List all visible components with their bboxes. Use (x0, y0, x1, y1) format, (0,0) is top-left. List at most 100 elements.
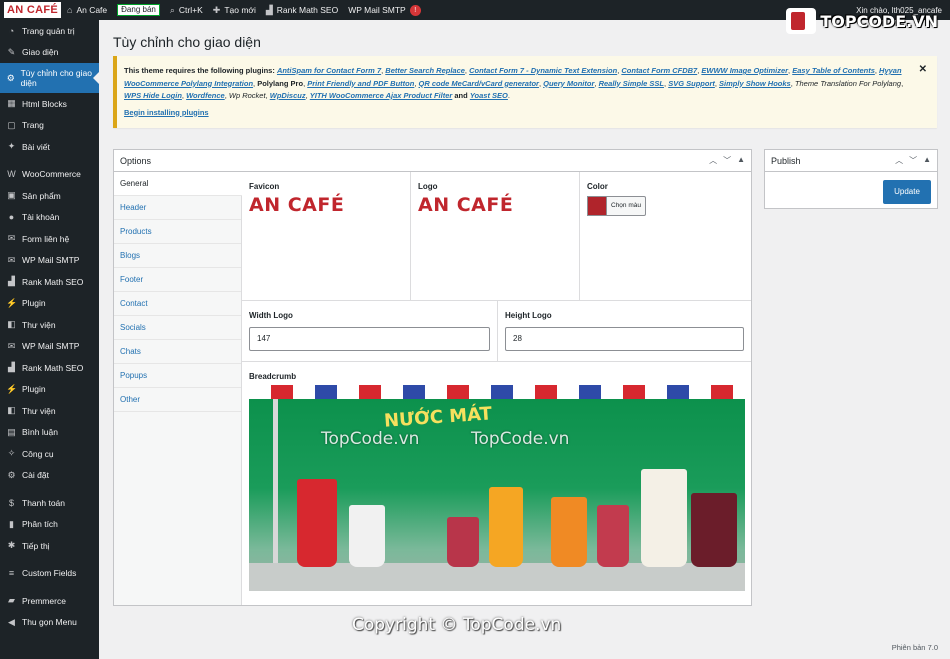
toggle-icon[interactable]: ▲ (923, 155, 931, 166)
plugin-link[interactable]: EWWW Image Optimizer (701, 66, 788, 75)
breadcrumb-image[interactable]: NƯỚC MÁT TopCode.vn TopCode.vn (249, 385, 745, 591)
options-panel: Options ︿ ﹀ ▲ General Header Products Blogs… (113, 149, 752, 606)
sidebar-item[interactable]: ✦ Bài viết (0, 136, 99, 158)
drink-decoration (597, 505, 629, 567)
width-logo-field: Width Logo 147 (242, 301, 498, 362)
plugin-icon: ⚡ (6, 297, 18, 308)
tab-blogs[interactable]: Blogs (114, 244, 241, 268)
home-icon: ⌂ (67, 5, 73, 15)
plugin-link[interactable]: AntiSpam for Contact Form 7 (277, 66, 381, 75)
sidebar-item[interactable]: ◧ Thư viện (0, 400, 99, 422)
sidebar-item[interactable]: ✎ Giao diện (0, 42, 99, 64)
woo-icon: W (7, 169, 16, 180)
notification-badge: ! (409, 4, 421, 16)
sidebar-item[interactable]: ▤ Bình luận (0, 422, 99, 444)
sidebar-item[interactable]: ⚙ Cài đặt (0, 465, 99, 487)
sidebar-item[interactable]: ✉ WP Mail SMTP (0, 250, 99, 272)
logo-image[interactable]: AN CAFÉ (418, 194, 572, 216)
favicon-image[interactable]: AN CAFÉ (249, 194, 403, 216)
tab-products[interactable]: Products (114, 220, 241, 244)
plugin-link[interactable]: Contact Form CFDB7 (621, 66, 697, 75)
smtp-icon: ✉ (7, 254, 16, 265)
logo-field: Logo AN CAFÉ (411, 172, 580, 301)
plugin-link[interactable]: Query Monitor (543, 79, 594, 88)
plugin-link[interactable]: Print Friendly and PDF Button (307, 79, 414, 88)
sidebar-item[interactable]: ✧ Công cụ (0, 443, 99, 465)
width-logo-input[interactable]: 147 (249, 327, 490, 351)
status-badge[interactable]: Đang bán (117, 4, 160, 16)
chevron-up-icon[interactable]: ︿ (709, 155, 717, 166)
chevron-down-icon[interactable]: ﹀ (909, 155, 917, 166)
plugin-link[interactable]: Yoast SEO (470, 91, 508, 100)
tab-other[interactable]: Other (114, 388, 241, 412)
close-icon[interactable]: ✕ (919, 64, 927, 77)
tab-chats[interactable]: Chats (114, 340, 241, 364)
user-icon: ● (8, 212, 15, 223)
sidebar-item[interactable]: ▟ Rank Math SEO (0, 357, 99, 379)
sidebar-item[interactable]: ◧ Thư viện (0, 314, 99, 336)
toggle-icon[interactable]: ▲ (737, 155, 745, 166)
chevron-down-icon[interactable]: ﹀ (723, 155, 731, 166)
publish-header: Publish ︿ ﹀ ▲ (765, 150, 937, 172)
sidebar-item-label: Plugin (22, 384, 46, 395)
sidebar-item[interactable]: ▮ Phân tích (0, 514, 99, 536)
wp-mail-link[interactable]: WP Mail SMTP! (348, 4, 421, 16)
sidebar-item[interactable]: W WooCommerce (0, 164, 99, 186)
site-logo[interactable]: AN CAFÉ (4, 2, 61, 18)
sidebar-item[interactable]: ✉ WP Mail SMTP (0, 336, 99, 358)
cup-decoration (297, 479, 337, 567)
drink-decoration (489, 487, 523, 567)
sidebar-item[interactable]: ▦ Html Blocks (0, 93, 99, 115)
sidebar-item[interactable]: ✱ Tiếp thị (0, 535, 99, 557)
tab-header[interactable]: Header (114, 196, 241, 220)
plugin-link[interactable]: Simply Show Hooks (719, 79, 791, 88)
tab-general[interactable]: General (114, 172, 242, 196)
plugin-link[interactable]: Contact Form 7 - Dynamic Text Extension (469, 66, 617, 75)
sidebar-item[interactable]: ⚙ Tùy chỉnh cho giao diện (0, 63, 99, 93)
media-icon: ◧ (7, 319, 16, 330)
sidebar-item-label: Công cụ (22, 448, 54, 459)
settings-icon: ⚙ (6, 72, 15, 83)
pick-color-button[interactable]: Chọn màu (606, 196, 646, 216)
sidebar-item[interactable]: $ Thanh toán (0, 492, 99, 514)
sidebar-item[interactable]: ⚡ Plugin (0, 379, 99, 401)
sidebar-item[interactable]: ● Tài khoản (0, 207, 99, 229)
update-button[interactable]: Update (883, 180, 931, 204)
sidebar-item[interactable]: ✉ Form liên hệ (0, 228, 99, 250)
tab-footer[interactable]: Footer (114, 268, 241, 292)
mail-icon: ✉ (7, 233, 16, 244)
plugin-link[interactable]: WPS Hide Login (124, 91, 182, 100)
sidebar-item-label: Cài đặt (22, 470, 49, 481)
plugin-link[interactable]: WpDiscuz (270, 91, 306, 100)
sidebar-item[interactable]: ◀ Thu gọn Menu (0, 612, 99, 634)
sidebar-item-label: Html Blocks (22, 98, 67, 109)
topcode-icon (786, 8, 817, 34)
begin-installing-link[interactable]: Begin installing plugins (124, 107, 909, 120)
premmerce-icon: ▰ (8, 595, 15, 606)
plugin-link[interactable]: QR code MeCard/vCard generator (419, 79, 539, 88)
sidebar-item[interactable]: ▟ Rank Math SEO (0, 271, 99, 293)
new-content-button[interactable]: ✚ Tạo mới (213, 5, 256, 16)
plugin-link[interactable]: Better Search Replace (385, 66, 465, 75)
plugin-link[interactable]: Really Simple SSL (599, 79, 664, 88)
sidebar-item[interactable]: ▣ Sản phẩm (0, 185, 99, 207)
sidebar-item[interactable]: ▢ Trang (0, 115, 99, 137)
plugin-link[interactable]: Wordfence (186, 91, 225, 100)
sidebar-item[interactable]: ▰ Premmerce (0, 590, 99, 612)
chevron-up-icon[interactable]: ︿ (895, 155, 903, 166)
plugin-link[interactable]: SVG Support (668, 79, 715, 88)
rank-math-link[interactable]: ▟ Rank Math SEO (266, 5, 338, 16)
tab-contact[interactable]: Contact (114, 292, 241, 316)
site-link[interactable]: ⌂ An Cafe (67, 5, 107, 15)
height-logo-input[interactable]: 28 (505, 327, 744, 351)
sidebar-item-label: Bài viết (22, 141, 50, 152)
plugin-link[interactable]: Easy Table of Contents (792, 66, 875, 75)
plugin-link[interactable]: YITH WooCommerce Ajax Product Filter (310, 91, 453, 100)
color-swatch[interactable] (587, 196, 606, 216)
tab-popups[interactable]: Popups (114, 364, 241, 388)
sidebar-item[interactable]: ≡ Custom Fields (0, 563, 99, 585)
sidebar-item[interactable]: ⚡ Plugin (0, 293, 99, 315)
search-shortcut[interactable]: ⌕ Ctrl+K (170, 5, 203, 16)
sidebar-item[interactable]: ◔ Trang quản trị (0, 20, 99, 42)
tab-socials[interactable]: Socials (114, 316, 241, 340)
